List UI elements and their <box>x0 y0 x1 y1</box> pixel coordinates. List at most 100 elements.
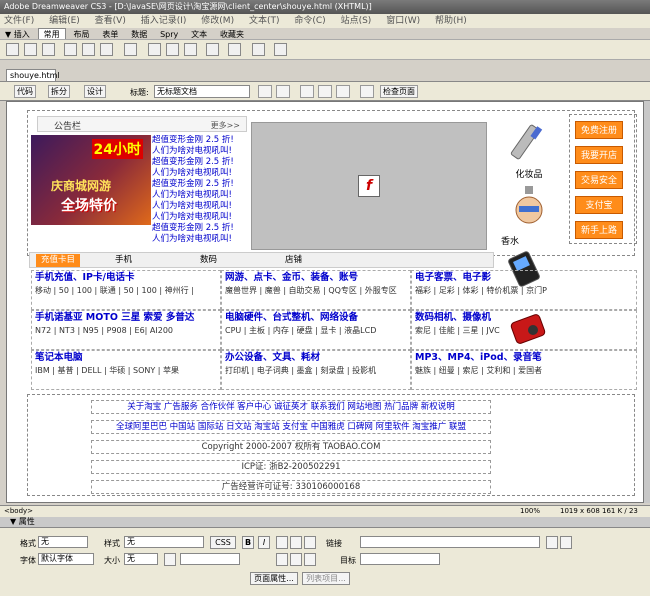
tab-recharge[interactable]: 充值卡目 <box>36 254 81 267</box>
footer-links-row[interactable]: 关于淘宝 广告服务 合作伙伴 客户中心 诚征英才 联系我们 网站地图 热门品牌 … <box>91 400 491 414</box>
font-select[interactable]: 默认字体 <box>38 553 94 565</box>
visual-aids-icon[interactable] <box>336 85 350 98</box>
insert-toggle[interactable]: ▼ 插入 <box>0 29 35 39</box>
category-title[interactable]: 办公设备、文具、耗材 <box>222 351 410 365</box>
category-links[interactable]: 魅族 | 纽曼 | 索尼 | 艾利和 | 爱国者 <box>412 365 636 377</box>
side-button-register[interactable]: 免费注册 <box>575 121 623 139</box>
category-title[interactable]: 手机充值、IP卡/电话卡 <box>32 271 220 285</box>
script-icon[interactable] <box>228 43 241 56</box>
document-tab[interactable]: shouye.html <box>6 69 60 81</box>
bold-button[interactable]: B <box>242 536 254 549</box>
tab-shop[interactable]: 店铺 <box>280 254 307 267</box>
refresh-icon[interactable] <box>300 85 314 98</box>
notice-item[interactable]: 超值变形金刚 2.5 折! <box>152 157 252 168</box>
category-title[interactable]: MP3、MP4、iPod、录音笔 <box>412 351 636 365</box>
zoom-level[interactable]: 100% <box>520 506 540 517</box>
notice-item[interactable]: 人们为啥对电视吼叫! <box>152 168 252 179</box>
tag-selector[interactable]: <body> <box>4 506 33 517</box>
list-item-button[interactable]: 列表项目... <box>302 572 350 585</box>
notice-more-link[interactable]: 更多>> <box>211 120 240 131</box>
view-options-icon[interactable] <box>318 85 332 98</box>
category-links[interactable]: 福彩 | 足彩 | 体彩 | 特价机票 | 京门P <box>412 285 636 297</box>
text-color-icon[interactable] <box>164 553 176 566</box>
notice-item[interactable]: 超值变形金刚 2.5 折! <box>152 223 252 234</box>
category-links[interactable]: N72 | NT3 | N95 | P908 | E6| AI200 <box>32 325 220 337</box>
side-button-alipay[interactable]: 支付宝 <box>575 196 623 214</box>
hyperlink-icon[interactable] <box>6 43 19 56</box>
menu-text[interactable]: 文本(T) <box>249 16 280 26</box>
preview-browser-icon[interactable] <box>276 85 290 98</box>
ordered-list-icon[interactable] <box>290 553 302 566</box>
align-center-icon[interactable] <box>290 536 302 549</box>
notice-item[interactable]: 人们为啥对电视吼叫! <box>152 190 252 201</box>
menu-modify[interactable]: 修改(M) <box>201 16 234 26</box>
check-page-button[interactable]: 检查页面 <box>380 85 418 98</box>
category-links[interactable]: 魔兽世界 | 魔兽 | 自助交易 | QQ专区 | 外服专区 <box>222 285 410 297</box>
insert-tab-favorites[interactable]: 收藏夹 <box>215 29 249 39</box>
design-canvas[interactable]: 公告栏 更多>> 24小时 庆商城网游 全场特价 超值变形金刚 2.5 折! 人… <box>6 101 644 503</box>
tag-chooser-icon[interactable] <box>274 43 287 56</box>
align-left-icon[interactable] <box>276 536 288 549</box>
notice-item[interactable]: 超值变形金刚 2.5 折! <box>152 135 252 146</box>
category-title[interactable]: 电子客票、电子影 <box>412 271 636 285</box>
insert-tab-data[interactable]: 数据 <box>126 29 152 39</box>
category-links[interactable]: CPU | 主板 | 内存 | 硬盘 | 显卡 | 液晶LCD <box>222 325 410 337</box>
unordered-list-icon[interactable] <box>276 553 288 566</box>
text-color-input[interactable] <box>180 553 240 565</box>
template-icon[interactable] <box>252 43 265 56</box>
category-links[interactable]: 打印机 | 电子词典 | 墨盒 | 刻录盘 | 投影机 <box>222 365 410 377</box>
format-select[interactable]: 无 <box>38 536 88 548</box>
category-links[interactable]: 移动 | 50 | 100 | 联通 | 50 | 100 | 神州行 | <box>32 285 220 297</box>
side-button-safe-trade[interactable]: 交易安全 <box>575 171 623 189</box>
table-icon[interactable] <box>64 43 77 56</box>
tab-phone[interactable]: 手机 <box>110 254 137 267</box>
validate-icon[interactable] <box>360 85 374 98</box>
target-select[interactable] <box>360 553 440 565</box>
head-icon[interactable] <box>206 43 219 56</box>
category-title[interactable]: 网游、点卡、金币、装备、账号 <box>222 271 410 285</box>
image-icon[interactable] <box>100 43 113 56</box>
notice-item[interactable]: 人们为啥对电视吼叫! <box>152 212 252 223</box>
category-title[interactable]: 数码相机、摄像机 <box>412 311 636 325</box>
menu-commands[interactable]: 命令(C) <box>294 16 325 26</box>
menu-site[interactable]: 站点(S) <box>341 16 372 26</box>
named-anchor-icon[interactable] <box>42 43 55 56</box>
page-properties-button[interactable]: 页面属性... <box>250 572 298 585</box>
server-include-icon[interactable] <box>166 43 179 56</box>
category-title[interactable]: 电脑硬件、台式整机、网络设备 <box>222 311 410 325</box>
insert-tab-common[interactable]: 常用 <box>37 28 66 39</box>
code-view-button[interactable]: 代码 <box>14 85 36 98</box>
menu-edit[interactable]: 编辑(E) <box>49 16 80 26</box>
browse-folder-icon[interactable] <box>560 536 572 549</box>
flash-placeholder[interactable]: f <box>251 122 487 250</box>
notice-item[interactable]: 人们为啥对电视吼叫! <box>152 146 252 157</box>
side-button-newbie[interactable]: 新手上路 <box>575 221 623 239</box>
design-view-button[interactable]: 设计 <box>84 85 106 98</box>
file-management-icon[interactable] <box>258 85 272 98</box>
insert-tab-spry[interactable]: Spry <box>155 29 183 39</box>
menu-window[interactable]: 窗口(W) <box>386 16 420 26</box>
insert-tab-forms[interactable]: 表单 <box>97 29 123 39</box>
media-icon[interactable] <box>124 43 137 56</box>
date-icon[interactable] <box>148 43 161 56</box>
comment-icon[interactable] <box>184 43 197 56</box>
vertical-scrollbar[interactable] <box>644 101 650 503</box>
link-input[interactable] <box>360 536 540 548</box>
notice-item[interactable]: 超值变形金刚 2.5 折! <box>152 179 252 190</box>
side-button-open-shop[interactable]: 我要开店 <box>575 146 623 164</box>
product-cosmetics[interactable]: 化妆品 <box>499 120 559 180</box>
category-title[interactable]: 手机诺基亚 MOTO 三星 索爱 多普达 <box>32 311 220 325</box>
footer-sites-row[interactable]: 全球阿里巴巴 中国站 国际站 日文站 淘宝站 支付宝 中国雅虎 口碑网 阿里软件… <box>91 420 491 434</box>
category-links[interactable]: IBM | 基普 | DELL | 华硕 | SONY | 苹果 <box>32 365 220 377</box>
insert-tab-layout[interactable]: 布局 <box>68 29 94 39</box>
italic-button[interactable]: I <box>258 536 270 549</box>
product-perfume[interactable] <box>499 184 559 227</box>
layer-icon[interactable] <box>82 43 95 56</box>
menu-view[interactable]: 查看(V) <box>95 16 126 26</box>
menu-file[interactable]: 文件(F) <box>4 16 34 26</box>
style-select[interactable]: 无 <box>124 536 204 548</box>
category-links[interactable]: 索尼 | 佳能 | 三星 | JVC <box>412 325 636 337</box>
menu-insert[interactable]: 插入记录(I) <box>141 16 187 26</box>
menu-help[interactable]: 帮助(H) <box>435 16 467 26</box>
document-title-input[interactable] <box>154 85 250 98</box>
